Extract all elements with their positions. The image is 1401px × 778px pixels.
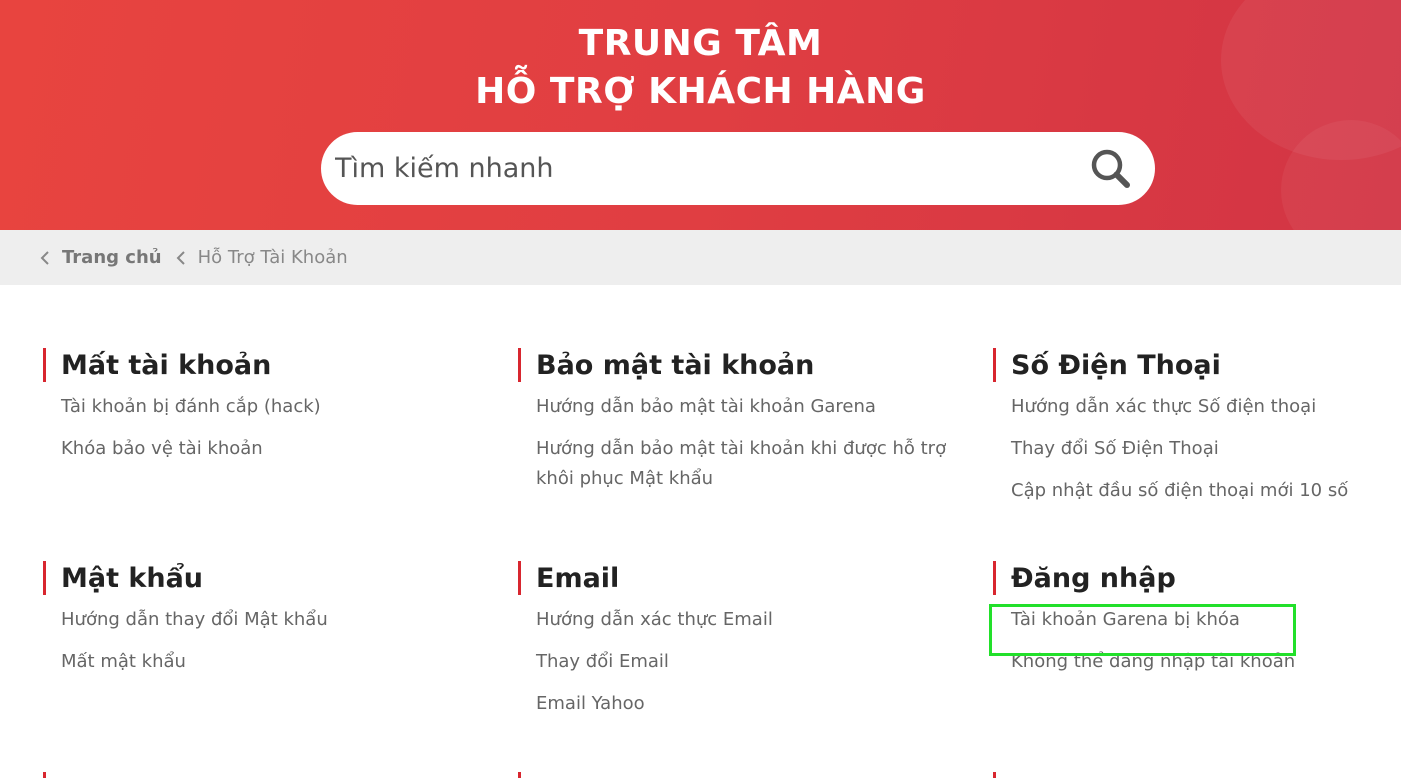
category-email: Email Hướng dẫn xác thực Email Thay đổi … — [518, 561, 958, 731]
category-links: Hướng dẫn bảo mật tài khoản Garena Hướng… — [518, 392, 958, 494]
category-title: Bảo mật tài khoản — [518, 348, 958, 382]
category-title: Đăng nhập — [993, 561, 1401, 595]
category-title: Email — [518, 561, 958, 595]
category-link[interactable]: Thay đổi Số Điện Thoại — [1011, 434, 1401, 464]
category-links: Hướng dẫn xác thực Số điện thoại Thay đổ… — [993, 392, 1401, 506]
category-phone-number: Số Điện Thoại Hướng dẫn xác thực Số điện… — [993, 348, 1401, 518]
category-lost-account: Mất tài khoản Tài khoản bị đánh cắp (hac… — [43, 348, 483, 476]
search-icon — [1091, 149, 1130, 188]
breadcrumb: Trang chủ Hỗ Trợ Tài Khoản — [0, 230, 1401, 285]
category-link[interactable]: Hướng dẫn thay đổi Mật khẩu — [61, 605, 483, 635]
category-link[interactable]: Thay đổi Email — [536, 647, 958, 677]
category-login: Đăng nhập Tài khoản Garena bị khóa Không… — [993, 561, 1401, 689]
search-bar — [321, 132, 1155, 205]
category-title-accent — [43, 772, 46, 778]
category-link[interactable]: Email Yahoo — [536, 689, 958, 719]
category-link[interactable]: Tài khoản bị đánh cắp (hack) — [61, 392, 483, 422]
breadcrumb-home-link[interactable]: Trang chủ — [62, 247, 162, 268]
hero-banner: TRUNG TÂM HỖ TRỢ KHÁCH HÀNG — [0, 0, 1401, 230]
category-link[interactable]: Hướng dẫn bảo mật tài khoản Garena — [536, 392, 958, 422]
category-link[interactable]: Cập nhật đầu số điện thoại mới 10 số — [1011, 476, 1401, 506]
category-links: Hướng dẫn thay đổi Mật khẩu Mất mật khẩu — [43, 605, 483, 677]
category-link[interactable]: Hướng dẫn bảo mật tài khoản khi được hỗ … — [536, 434, 956, 494]
search-input[interactable] — [335, 153, 1087, 184]
category-link[interactable]: Không thể đăng nhập tài khoản — [1011, 647, 1401, 677]
category-title-accent — [518, 772, 521, 778]
category-title: Mật khẩu — [43, 561, 483, 595]
page-title-line2: HỖ TRỢ KHÁCH HÀNG — [475, 71, 926, 112]
page-title-line1: TRUNG TÂM — [578, 23, 823, 64]
category-link[interactable]: Tài khoản Garena bị khóa — [1011, 605, 1401, 635]
category-links: Tài khoản bị đánh cắp (hack) Khóa bảo vệ… — [43, 392, 483, 464]
category-link[interactable]: Mất mật khẩu — [61, 647, 483, 677]
chevron-left-icon — [176, 250, 186, 266]
search-button[interactable] — [1087, 145, 1135, 193]
category-link[interactable]: Khóa bảo vệ tài khoản — [61, 434, 483, 464]
category-title-accent — [993, 772, 996, 778]
category-password: Mật khẩu Hướng dẫn thay đổi Mật khẩu Mất… — [43, 561, 483, 689]
category-link[interactable]: Hướng dẫn xác thực Email — [536, 605, 958, 635]
category-account-security: Bảo mật tài khoản Hướng dẫn bảo mật tài … — [518, 348, 958, 506]
category-links: Tài khoản Garena bị khóa Không thể đăng … — [993, 605, 1401, 677]
category-link[interactable]: Hướng dẫn xác thực Số điện thoại — [1011, 392, 1401, 422]
category-links: Hướng dẫn xác thực Email Thay đổi Email … — [518, 605, 958, 719]
category-title: Mất tài khoản — [43, 348, 483, 382]
breadcrumb-current: Hỗ Trợ Tài Khoản — [197, 247, 348, 268]
category-title: Số Điện Thoại — [993, 348, 1401, 382]
chevron-left-icon — [40, 250, 50, 266]
